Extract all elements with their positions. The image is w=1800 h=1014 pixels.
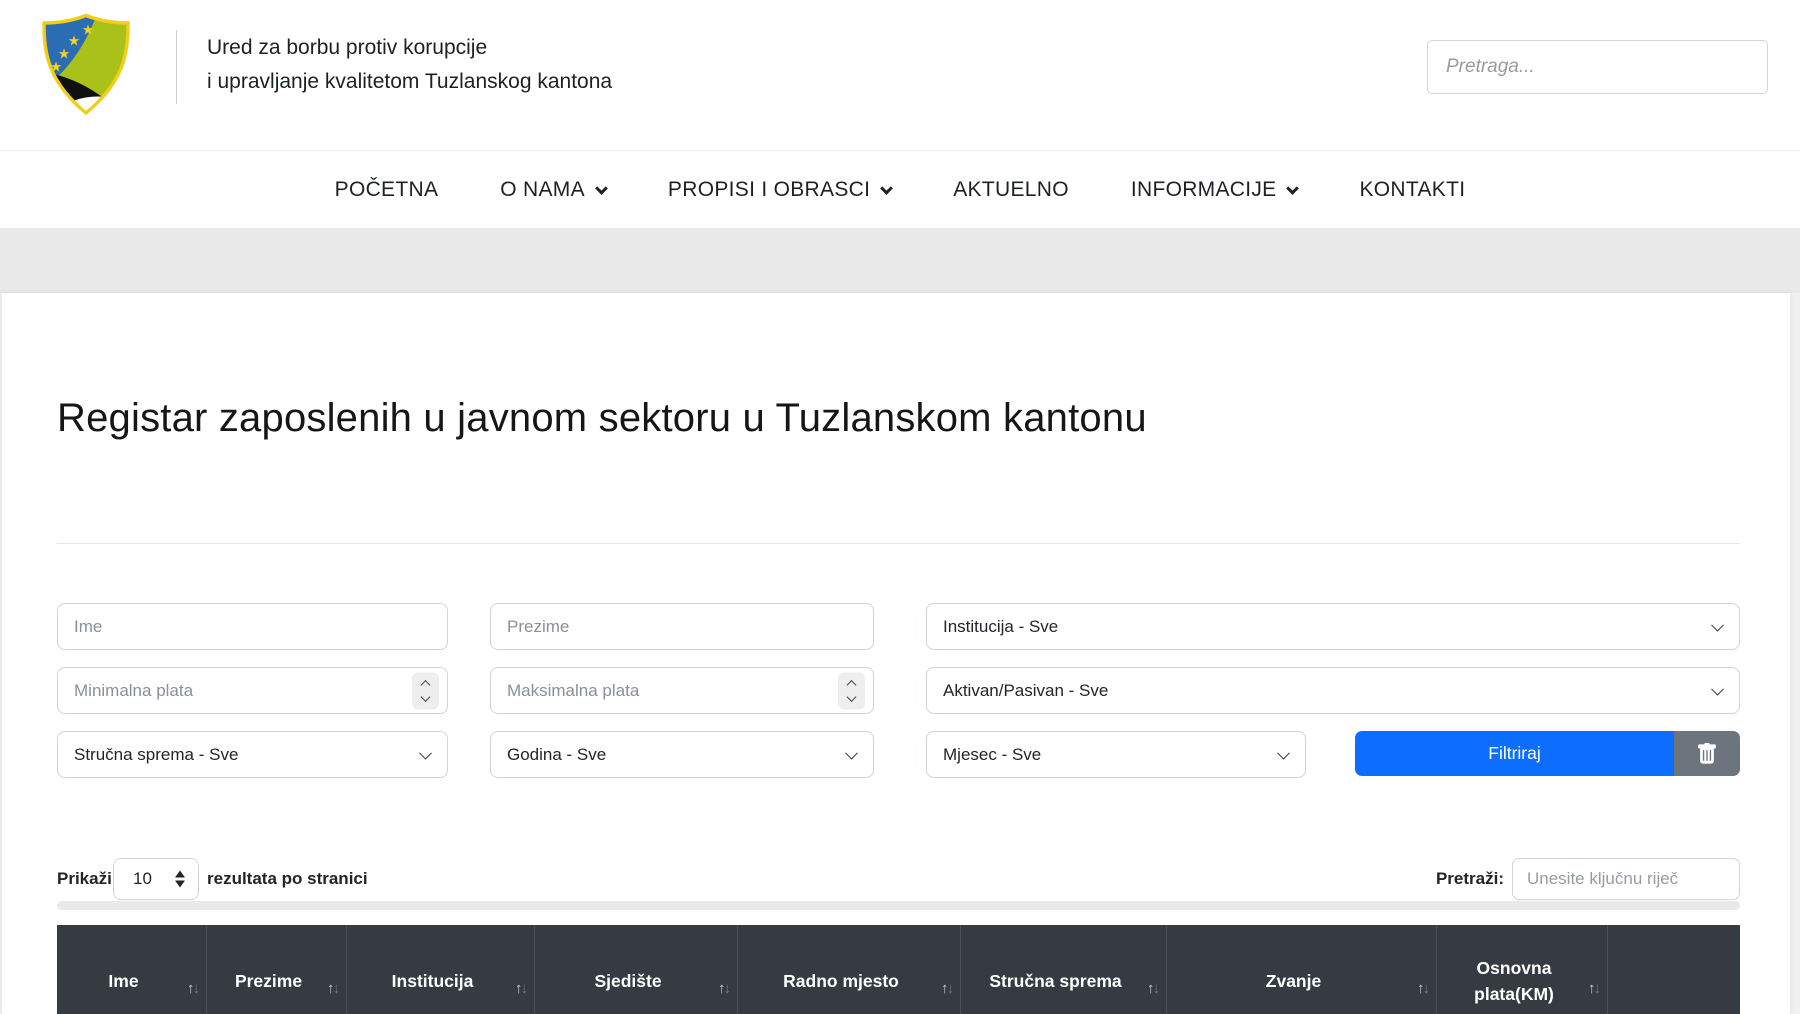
sort-icon: ↑↓ <box>941 978 952 1001</box>
column-header-institucija[interactable]: Institucija ↑↓ <box>346 925 534 1014</box>
number-spinner[interactable] <box>412 672 439 709</box>
length-label-before: Prikaži <box>57 858 112 900</box>
chevron-down-icon <box>421 692 431 702</box>
sort-icon: ↑↓ <box>187 978 198 1001</box>
aktivan-pasivan-select[interactable]: Aktivan/Pasivan - Sve <box>926 667 1740 714</box>
org-title: Ured za borbu protiv korupcije i upravlj… <box>207 31 612 99</box>
column-header-prezime[interactable]: Prezime ↑↓ <box>206 925 346 1014</box>
page-length-select[interactable]: 10 <box>113 858 199 900</box>
sort-icon: ↑↓ <box>1147 978 1158 1001</box>
nav-item-pocetna[interactable]: POČETNA <box>335 178 439 202</box>
nav-item-propisi-i-obrasci[interactable]: PROPISI I OBRASCI <box>668 178 891 202</box>
chevron-down-icon <box>880 182 893 195</box>
nav-item-o-nama[interactable]: O NAMA <box>500 178 606 202</box>
register-card: Registar zaposlenih u javnom sektoru u T… <box>2 293 1790 1014</box>
trash-icon <box>1696 743 1718 765</box>
chevron-up-icon <box>421 680 431 690</box>
min-plata-field-wrap <box>57 667 448 714</box>
chevron-down-icon <box>1287 182 1300 195</box>
page-title: Registar zaposlenih u javnom sektoru u T… <box>57 396 1147 441</box>
column-header-osnovna-plata[interactable]: Osnovna plata(KM) ↑↓ <box>1436 925 1607 1014</box>
minimalna-plata-input[interactable] <box>57 667 448 714</box>
nav-item-aktuelno[interactable]: AKTUELNO <box>953 178 1069 202</box>
column-header-empty <box>1607 925 1740 1014</box>
table-search-label: Pretraži: <box>1392 858 1504 900</box>
divider <box>57 543 1740 544</box>
table-scrollbar[interactable] <box>57 901 1740 910</box>
table-search-input[interactable] <box>1512 858 1740 900</box>
mjesec-select[interactable]: Mjesec - Sve <box>926 731 1306 778</box>
column-header-radno-mjesto[interactable]: Radno mjesto ↑↓ <box>737 925 960 1014</box>
column-header-sjediste[interactable]: Sjedište ↑↓ <box>534 925 737 1014</box>
org-title-line2: i upravljanje kvalitetom Tuzlanskog kant… <box>207 65 612 99</box>
chevron-down-icon <box>1711 618 1724 631</box>
svg-text:★: ★ <box>82 22 95 38</box>
institucija-select[interactable]: Institucija - Sve <box>926 603 1740 650</box>
nav-item-kontakti[interactable]: KONTAKTI <box>1359 178 1465 202</box>
column-header-zvanje[interactable]: Zvanje ↑↓ <box>1166 925 1436 1014</box>
prezime-field-wrap <box>490 603 874 650</box>
chevron-down-icon <box>1711 682 1724 695</box>
godina-select[interactable]: Godina - Sve <box>490 731 874 778</box>
prezime-input[interactable] <box>490 603 874 650</box>
ime-input[interactable] <box>57 603 448 650</box>
length-label-after: rezultata po stranici <box>207 858 368 900</box>
triangle-up-down-icon <box>175 871 185 888</box>
background-band <box>0 228 1800 293</box>
chevron-down-icon <box>845 746 858 759</box>
max-plata-field-wrap <box>490 667 874 714</box>
site-search-input[interactable] <box>1427 40 1768 94</box>
chevron-down-icon <box>847 692 857 702</box>
nav-item-informacije[interactable]: INFORMACIJE <box>1131 178 1298 202</box>
sort-icon: ↑↓ <box>1588 978 1599 1001</box>
sort-icon: ↑↓ <box>327 978 338 1001</box>
clear-filters-button[interactable] <box>1674 731 1740 776</box>
table-header-row: Ime ↑↓ Prezime ↑↓ Institucija ↑↓ Sjedišt… <box>57 925 1740 1014</box>
shield-icon: ★ ★ ★ ★ ★ <box>40 13 132 116</box>
chevron-down-icon <box>1277 746 1290 759</box>
header-divider <box>176 30 177 104</box>
strucna-sprema-select[interactable]: Stručna sprema - Sve <box>57 731 448 778</box>
chevron-down-icon <box>419 746 432 759</box>
ime-field-wrap <box>57 603 448 650</box>
chevron-up-icon <box>847 680 857 690</box>
org-title-line1: Ured za borbu protiv korupcije <box>207 31 612 65</box>
tuzla-canton-coat-of-arms-logo[interactable]: ★ ★ ★ ★ ★ <box>40 13 132 121</box>
column-header-ime[interactable]: Ime ↑↓ <box>57 925 206 1014</box>
number-spinner[interactable] <box>838 672 865 709</box>
sort-icon: ↑↓ <box>718 978 729 1001</box>
main-nav: POČETNA O NAMA PROPISI I OBRASCI AKTUELN… <box>0 150 1800 228</box>
sort-icon: ↑↓ <box>515 978 526 1001</box>
content-background: Registar zaposlenih u javnom sektoru u T… <box>0 293 1800 1014</box>
maksimalna-plata-input[interactable] <box>490 667 874 714</box>
filter-button[interactable]: Filtriraj <box>1355 731 1674 776</box>
chevron-down-icon <box>595 182 608 195</box>
column-header-strucna-sprema[interactable]: Stručna sprema ↑↓ <box>960 925 1166 1014</box>
site-header: ★ ★ ★ ★ ★ Ured za borbu protiv korupcije… <box>0 0 1800 150</box>
sort-icon: ↑↓ <box>1417 978 1428 1001</box>
